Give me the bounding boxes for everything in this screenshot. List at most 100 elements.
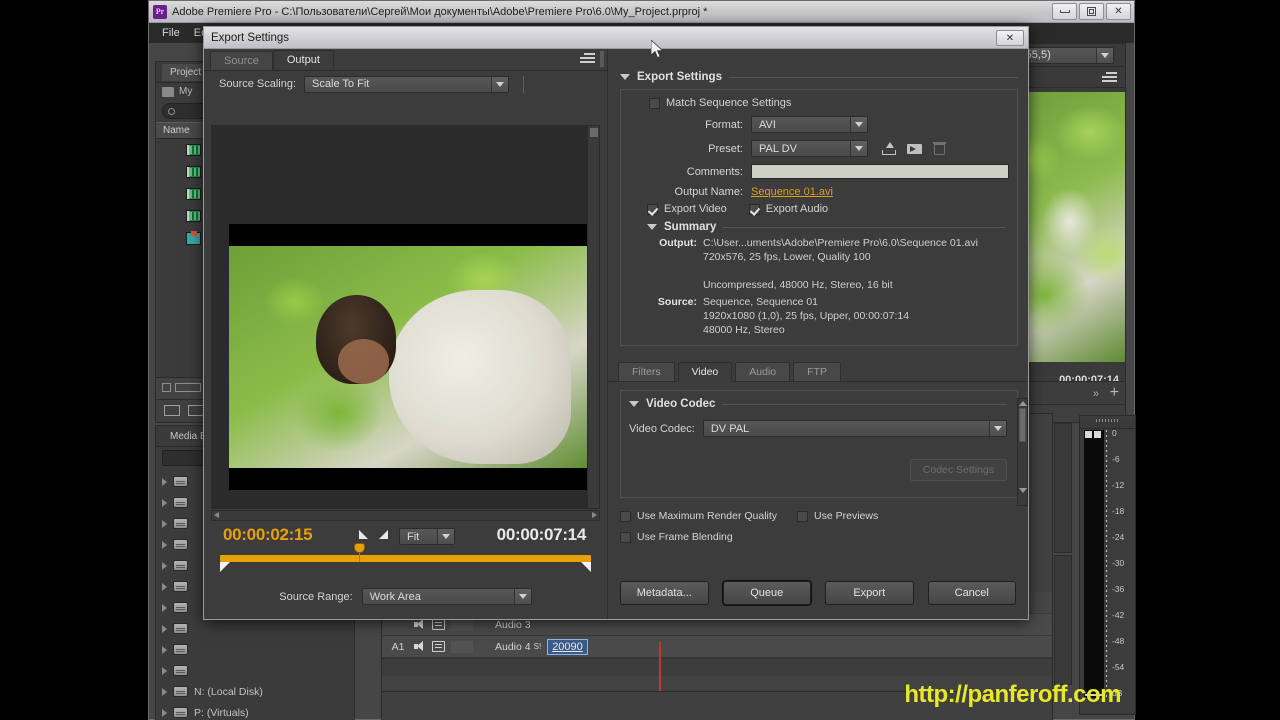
chevron-down-icon[interactable] [1096,47,1113,63]
disclosure-triangle-icon[interactable] [162,582,167,591]
export-video-checkbox[interactable] [647,203,658,215]
preview-scrub-bar[interactable] [220,555,591,562]
list-item[interactable]: P: (Virtuals) [156,702,354,720]
disclosure-triangle-icon[interactable] [162,708,167,717]
frame-blending-checkbox[interactable] [620,531,631,543]
list-view-icon[interactable] [164,405,180,416]
scroll-up-arrow-icon[interactable] [1018,401,1027,406]
frame-blending-row[interactable]: Use Frame Blending [620,531,1028,543]
zoom-slider[interactable] [175,383,201,392]
export-settings-section-header[interactable]: Export Settings [608,49,1028,85]
preview-vertical-scrollbar[interactable] [587,126,599,508]
menu-file[interactable]: File [155,25,187,41]
list-item[interactable] [156,639,354,660]
twisty-down-icon[interactable] [620,74,630,80]
export-button[interactable]: Export [825,581,914,605]
twisty-down-icon[interactable] [647,224,657,230]
panel-menu-icon[interactable] [580,53,595,65]
source-scaling-combo[interactable]: Scale To Fit [304,75,510,93]
speaker-icon[interactable] [414,619,427,630]
max-render-quality-checkbox[interactable] [620,510,631,522]
format-combo[interactable]: AVI [751,116,868,133]
preset-combo[interactable]: PAL DV [751,140,868,157]
chevron-down-icon[interactable] [989,421,1006,436]
scroll-thumb[interactable] [1019,408,1026,442]
prev-page-icon[interactable] [162,383,171,392]
preview-horizontal-scrollbar[interactable] [211,510,600,521]
add-icon[interactable]: + [1110,384,1119,402]
tab-filters[interactable]: Filters [618,362,675,381]
disclosure-triangle-icon[interactable] [162,624,167,633]
scroll-down-arrow-icon[interactable] [1018,488,1027,493]
match-sequence-checkbox[interactable] [649,97,660,109]
close-button[interactable]: ✕ [1106,3,1131,20]
disclosure-triangle-icon[interactable] [162,540,167,549]
track-name-edit-input[interactable]: 20090 [547,638,588,655]
current-timecode[interactable]: 00:00:02:15 [223,525,313,545]
tab-audio[interactable]: Audio [735,362,791,381]
out-point-marker[interactable] [581,562,591,572]
overflow-icon[interactable]: » [1093,388,1099,400]
meter-grip-icon[interactable] [1095,419,1120,422]
mute-icon[interactable] [432,641,445,652]
program-panel-menu-icon[interactable] [1102,72,1117,84]
playhead-handle[interactable] [354,543,365,562]
comments-input[interactable] [751,164,1009,179]
list-item[interactable] [156,660,354,681]
disclosure-triangle-icon[interactable] [162,519,167,528]
disclosure-triangle-icon[interactable] [162,687,167,696]
minimize-button[interactable] [1052,3,1077,20]
tab-source[interactable]: Source [210,51,273,70]
source-range-combo[interactable]: Work Area [361,588,532,605]
chevron-down-icon[interactable] [513,589,531,604]
summary-section-header[interactable]: Summary [629,221,1009,236]
queue-button[interactable]: Queue [722,581,811,605]
chevron-down-icon[interactable] [491,76,509,92]
save-preset-icon[interactable] [882,142,896,155]
zoom-level-combo[interactable]: (55,5) [1014,46,1114,64]
mute-icon[interactable] [432,619,445,630]
disclosure-triangle-icon[interactable] [162,477,167,486]
disclosure-triangle-icon[interactable] [162,603,167,612]
dialog-close-button[interactable]: ✕ [996,30,1024,46]
twisty-down-icon[interactable] [629,401,639,407]
video-codec-section-header[interactable]: Video Codec [621,391,1017,412]
metadata-button[interactable]: Metadata... [620,581,709,605]
disclosure-triangle-icon[interactable] [162,561,167,570]
chevron-down-icon[interactable] [850,117,867,132]
cancel-button[interactable]: Cancel [927,581,1016,605]
timeline-scrollbar-vertical[interactable] [1054,423,1072,553]
timeline-playhead[interactable] [659,642,661,694]
list-item[interactable] [156,618,354,639]
chevron-down-icon[interactable] [437,529,454,544]
match-sequence-row[interactable]: Match Sequence Settings [629,97,1009,109]
output-name-link[interactable]: Sequence 01.avi [751,186,833,198]
video-codec-combo[interactable]: DV PAL [702,420,1007,437]
scroll-right-arrow-icon[interactable] [592,512,597,518]
tab-output[interactable]: Output [272,50,334,70]
export-audio-checkbox[interactable] [748,203,760,215]
mark-out-button[interactable] [379,530,388,539]
tab-video[interactable]: Video [677,362,733,382]
scroll-left-arrow-icon[interactable] [214,512,219,518]
disclosure-triangle-icon[interactable] [162,498,167,507]
disclosure-triangle-icon[interactable] [162,645,167,654]
use-previews-checkbox[interactable] [797,510,809,522]
in-point-marker[interactable] [220,562,230,572]
codec-panel-scrollbar[interactable] [1017,398,1028,506]
list-item[interactable]: N: (Local Disk) [156,681,354,702]
maximize-button[interactable] [1079,3,1104,20]
mark-in-button[interactable] [359,530,368,539]
speaker-icon[interactable] [414,641,427,652]
timeline-scrollbar-vertical-2[interactable] [1054,555,1072,685]
import-preset-icon[interactable] [907,142,923,155]
tab-ftp[interactable]: FTP [793,362,841,381]
disclosure-triangle-icon[interactable] [162,666,167,675]
preview-zoom-combo[interactable]: Fit [399,528,455,545]
export-video-label: Export Video [664,203,727,215]
solo-badge[interactable]: S! [534,642,542,651]
max-render-quality-row[interactable]: Use Maximum Render Quality Use Previews [620,510,1028,522]
icon-view-icon[interactable] [188,405,204,416]
timeline-track-audio4[interactable]: A1 Audio 4 S! 20090 [382,636,1052,658]
chevron-down-icon[interactable] [850,141,867,156]
